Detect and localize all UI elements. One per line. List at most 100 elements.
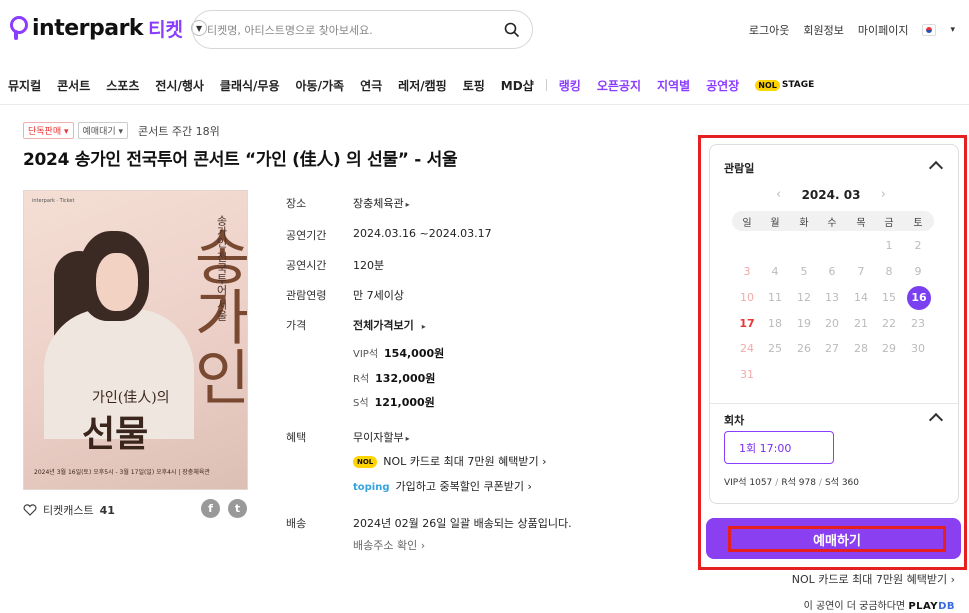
member-info-link[interactable]: 회원정보 bbox=[803, 22, 843, 38]
nav-item-musical[interactable]: 뮤지컬 bbox=[8, 77, 41, 94]
session-section-title: 회차 bbox=[724, 414, 745, 427]
calendar-day[interactable]: 17 bbox=[734, 313, 760, 335]
nav-item-leisure[interactable]: 레저/캠핑 bbox=[398, 77, 447, 94]
prev-month-icon[interactable]: ‹ bbox=[776, 187, 781, 202]
delivery-address-link[interactable]: 배송주소 확인 › bbox=[353, 537, 425, 553]
weekday-label: 일 bbox=[742, 218, 752, 229]
chevron-down-icon[interactable]: ▾ bbox=[950, 25, 955, 35]
all-prices-text: 전체가격보기 bbox=[353, 319, 414, 332]
logo-ticket: 티켓 bbox=[148, 18, 184, 41]
nav-item-mdshop[interactable]: MD샵 bbox=[501, 77, 534, 94]
heart-icon[interactable] bbox=[23, 504, 37, 516]
nav-item-kids[interactable]: 아동/가족 bbox=[296, 77, 345, 94]
calendar-day: 8 bbox=[885, 265, 893, 278]
calendar-day: 14 bbox=[854, 291, 868, 304]
separator: / bbox=[775, 478, 779, 488]
waitlist-tag[interactable]: 예매대기 ▾ bbox=[77, 122, 129, 139]
nav-item-region[interactable]: 지역별 bbox=[657, 77, 690, 94]
delivery-address-text: 배송주소 확인 bbox=[353, 539, 418, 552]
caret-right-icon: ▸ bbox=[405, 434, 410, 443]
next-month-icon[interactable]: › bbox=[881, 187, 886, 202]
session-option[interactable]: 1회 17:00 bbox=[724, 431, 834, 464]
nav-item-classic[interactable]: 클래식/무용 bbox=[220, 77, 280, 94]
nol-stage-link[interactable]: NOL STAGE bbox=[755, 79, 815, 91]
price-row-r: R석 132,000원 bbox=[353, 370, 435, 386]
calendar-day: 13 bbox=[825, 291, 839, 304]
venue-value: 장충체육관 bbox=[353, 197, 404, 210]
nav-item-concert[interactable]: 콘서트 bbox=[57, 77, 90, 94]
calendar-day: 20 bbox=[825, 317, 839, 330]
toping-coupon-link[interactable]: toping 가입하고 중복할인 쿠폰받기 › bbox=[353, 478, 532, 494]
seat-grade: VIP석 bbox=[353, 349, 379, 360]
nav-item-venue[interactable]: 공연장 bbox=[706, 77, 739, 94]
poster-calligraphy: 송가인 bbox=[182, 226, 248, 406]
calendar-day: 3 bbox=[743, 265, 751, 278]
calendar-day: 21 bbox=[854, 317, 868, 330]
nav-item-toping[interactable]: 토핑 bbox=[463, 77, 485, 94]
weekday-label: 화 bbox=[799, 218, 809, 229]
search-icon[interactable] bbox=[504, 22, 520, 38]
seat-price: 132,000원 bbox=[375, 372, 436, 385]
nol-badge: NOL bbox=[755, 79, 780, 91]
calendar-day: 6 bbox=[828, 265, 836, 278]
seats-r: R석 978 bbox=[781, 478, 816, 488]
nol-stage-text: STAGE bbox=[781, 80, 815, 90]
logo[interactable]: interpark 티켓 ▼ bbox=[8, 14, 208, 42]
korea-flag-icon[interactable] bbox=[922, 24, 937, 36]
nav-item-sports[interactable]: 스포츠 bbox=[106, 77, 139, 94]
month-selector: ‹ 2024. 03 › bbox=[776, 187, 886, 202]
mypage-link[interactable]: 마이페이지 bbox=[858, 22, 909, 38]
panel-divider bbox=[710, 403, 958, 404]
calendar-day: 19 bbox=[797, 317, 811, 330]
playdb-logo: PLAYDB bbox=[908, 601, 955, 612]
delivery-label: 배송 bbox=[286, 517, 307, 530]
calendar-day: 1 bbox=[885, 239, 893, 252]
calendar-day: 12 bbox=[797, 291, 811, 304]
calendar-day: 24 bbox=[740, 342, 754, 355]
age-value: 만 7세이상 bbox=[353, 289, 404, 302]
calendar-day: 25 bbox=[768, 342, 782, 355]
calendar-day: 26 bbox=[797, 342, 811, 355]
delivery-value: 2024년 02월 26일 일괄 배송되는 상품입니다. bbox=[353, 517, 572, 530]
top-links: 로그아웃 회원정보 마이페이지 ▾ bbox=[735, 22, 955, 38]
ticketcast[interactable]: 티켓캐스트 41 bbox=[23, 502, 115, 518]
calendar-day: 18 bbox=[768, 317, 782, 330]
nol-card-benefit-link[interactable]: NOL NOL 카드로 최대 7만원 혜택받기 › bbox=[353, 453, 547, 469]
seat-grade: R석 bbox=[353, 374, 370, 385]
calendar-day: 5 bbox=[800, 265, 808, 278]
price-row-s: S석 121,000원 bbox=[353, 394, 435, 410]
caret-right-icon: ▸ bbox=[405, 200, 410, 209]
exclusive-tag[interactable]: 단독판매 ▾ bbox=[23, 122, 74, 139]
weekday-label: 금 bbox=[884, 218, 894, 229]
seat-grade: S석 bbox=[353, 398, 369, 409]
age-label: 관람연령 bbox=[286, 289, 327, 302]
playdb-link[interactable]: 이 공연이 더 궁금하다면 PLAYDB bbox=[804, 597, 955, 612]
logout-link[interactable]: 로그아웃 bbox=[749, 22, 789, 38]
venue-label: 장소 bbox=[286, 197, 307, 210]
search-input[interactable] bbox=[207, 20, 497, 40]
twitter-icon[interactable]: t bbox=[228, 499, 247, 518]
playdb-text: 이 공연이 더 궁금하다면 bbox=[803, 601, 906, 612]
installment-text: 무이자할부 bbox=[353, 431, 404, 444]
nol-card-icon: NOL bbox=[353, 456, 378, 468]
nav-divider bbox=[545, 79, 547, 91]
playdb-logo-a: PLAY bbox=[908, 601, 939, 612]
book-button-label[interactable]: 예매하기 bbox=[728, 526, 946, 552]
calendar-day: 29 bbox=[882, 342, 896, 355]
weekday-label: 수 bbox=[827, 218, 837, 229]
calendar-day: 30 bbox=[911, 342, 925, 355]
venue-link[interactable]: 장충체육관 ▸ bbox=[353, 195, 410, 211]
calendar-day[interactable]: 16 bbox=[907, 286, 931, 310]
nav-item-play[interactable]: 연극 bbox=[360, 77, 382, 94]
nav-item-ranking[interactable]: 랭킹 bbox=[559, 77, 581, 94]
all-prices-link[interactable]: 전체가격보기 ▸ bbox=[353, 317, 426, 333]
facebook-icon[interactable]: f bbox=[201, 499, 220, 518]
nav-item-open-notice[interactable]: 오픈공지 bbox=[597, 77, 641, 94]
seat-price: 121,000원 bbox=[374, 396, 435, 409]
installment-link[interactable]: 무이자할부 ▸ bbox=[353, 429, 410, 445]
nav-item-exhibition[interactable]: 전시/행사 bbox=[155, 77, 204, 94]
calendar-day: 2 bbox=[914, 239, 922, 252]
runtime-label: 공연시간 bbox=[286, 259, 327, 272]
exclusive-tag-label: 단독판매 bbox=[28, 127, 62, 137]
nol-promo-link[interactable]: NOL 카드로 최대 7만원 혜택받기 › bbox=[792, 571, 955, 587]
